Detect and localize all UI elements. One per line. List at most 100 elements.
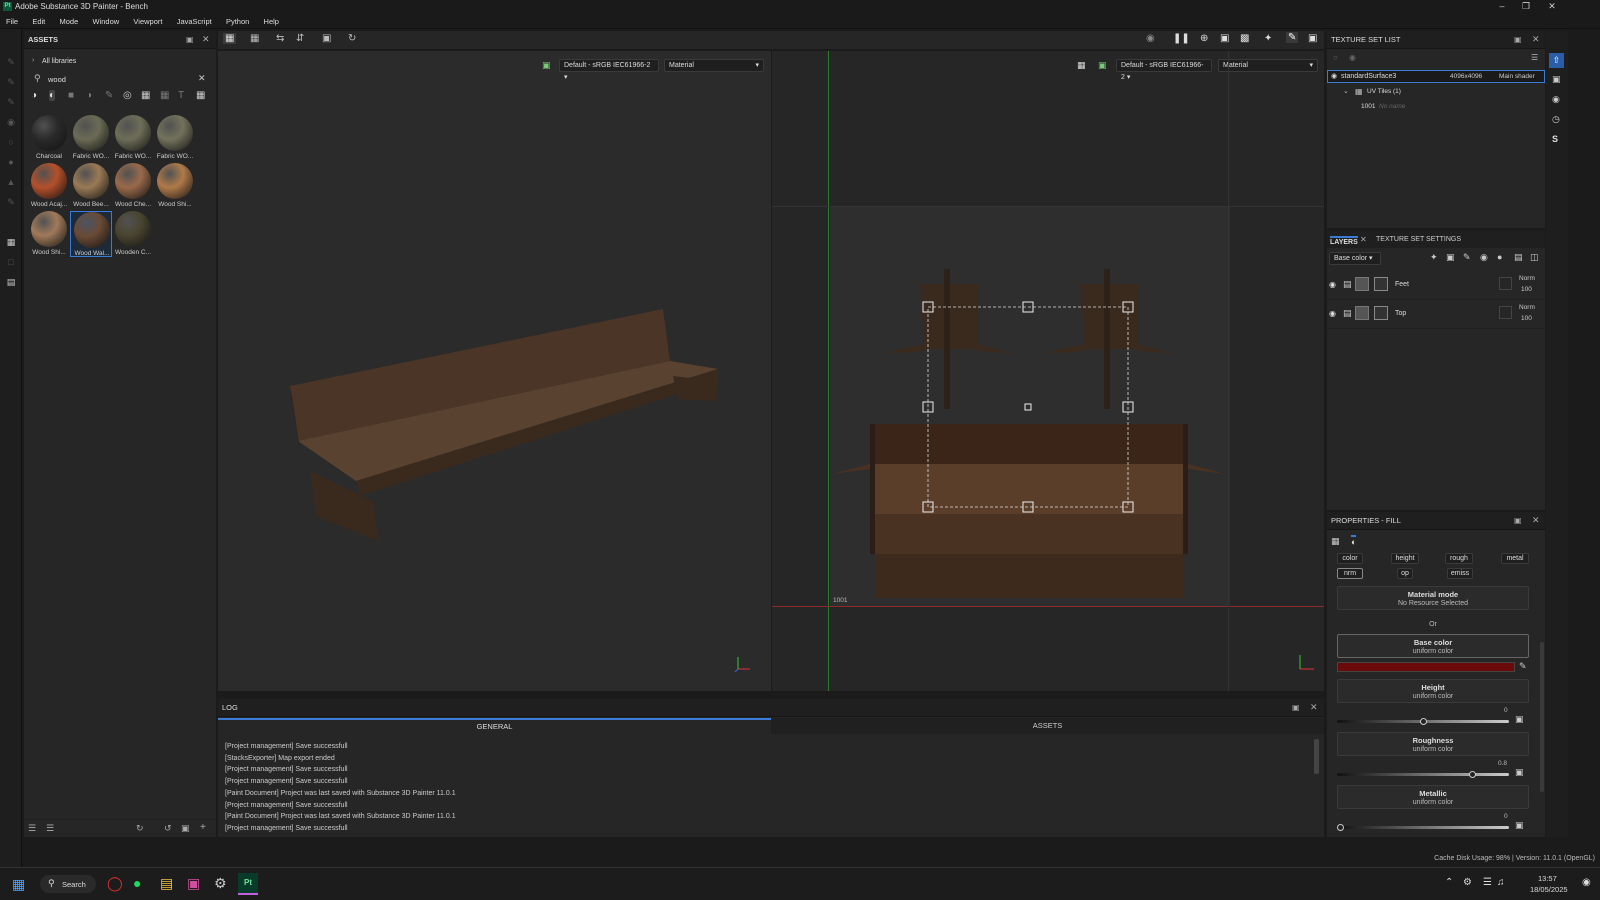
channel-color-button[interactable]: color <box>1337 553 1363 564</box>
channel-nrm-button[interactable]: nrm <box>1337 568 1363 579</box>
filter-environments-icon[interactable]: ▦ <box>160 90 169 101</box>
uv-tile-name[interactable]: No name <box>1379 103 1405 110</box>
filter-brushes-icon[interactable]: ✎ <box>105 90 113 101</box>
eye-icon[interactable]: ◉ <box>1331 72 1337 80</box>
tab-texture-set-settings[interactable]: TEXTURE SET SETTINGS <box>1376 236 1461 243</box>
notification-icon[interactable]: ◉ <box>1582 877 1591 888</box>
shader-settings-icon[interactable]: ◉ <box>1552 94 1560 105</box>
layer-opacity[interactable]: 100 <box>1521 286 1532 293</box>
brush-mode-icon[interactable]: ✎ <box>1286 32 1299 43</box>
float-tsl-icon[interactable]: ▣ <box>1514 35 1522 44</box>
grid-view-icon[interactable]: ▦ <box>196 90 205 101</box>
steam-icon[interactable]: ⚙ <box>214 875 227 892</box>
bake-icon[interactable]: ▦ <box>5 237 17 249</box>
height-slider-knob[interactable] <box>1419 718 1427 725</box>
asset-item[interactable]: Fabric WO... <box>154 115 196 161</box>
filter-smart-masks-icon[interactable]: ◑ <box>86 90 92 101</box>
tray-gear-icon[interactable]: ⚙ <box>1463 877 1472 888</box>
tab-log-assets[interactable]: ASSETS <box>771 718 1324 734</box>
filter-textures-icon[interactable]: ▦ <box>141 90 150 101</box>
picker-icon[interactable]: ✎ <box>5 197 17 209</box>
height-link-icon[interactable]: ▣ <box>1515 714 1524 725</box>
refresh-icon[interactable]: ↻ <box>136 823 144 834</box>
texture-set-row[interactable]: ◉ standardSurface3 4096x4096 Main shader <box>1327 70 1545 83</box>
add-smart-material-icon[interactable]: ● <box>1497 252 1502 262</box>
camera-icon[interactable]: ▩ <box>1240 33 1249 44</box>
volume-icon[interactable]: ♫ <box>1497 877 1505 888</box>
metallic-link-icon[interactable]: ▣ <box>1515 820 1524 831</box>
asset-item[interactable]: Wood Shi... <box>154 163 196 209</box>
filter-smart-materials-icon[interactable]: ■ <box>68 90 74 101</box>
layer-blend-mode[interactable]: Norm <box>1519 304 1535 311</box>
asset-item[interactable]: Wood Wal... <box>70 211 112 257</box>
material-mode-box[interactable]: Material mode No Resource Selected <box>1337 586 1529 610</box>
stamp-icon[interactable]: ▲ <box>5 177 17 189</box>
add-icon[interactable]: + <box>200 822 206 833</box>
windows-start-icon[interactable]: ▦ <box>12 876 25 893</box>
hide-icon[interactable]: ◉ <box>1146 33 1155 44</box>
menu-python[interactable]: Python <box>220 14 255 29</box>
wifi-icon[interactable]: ☰ <box>1483 877 1492 888</box>
filter-materials-icon[interactable]: ◐ <box>49 90 56 101</box>
roughness-link-icon[interactable]: ▣ <box>1515 767 1524 778</box>
fill-properties-tab-icon[interactable]: ▦ <box>1331 536 1340 547</box>
layer-name[interactable]: Top <box>1395 310 1406 317</box>
opera-icon[interactable]: ◯ <box>107 875 123 892</box>
geometry-mask-icon[interactable]: ◉ <box>5 117 17 129</box>
roughness-slider[interactable] <box>1337 773 1509 776</box>
visibility-all-icon[interactable]: ◉ <box>1349 53 1356 62</box>
close-log-icon[interactable]: ✕ <box>1310 702 1318 713</box>
minimize-icon[interactable]: – <box>1490 1 1514 13</box>
channel-metal-button[interactable]: metal <box>1501 553 1529 564</box>
asset-item[interactable]: Charcoal <box>28 115 70 161</box>
material-tab-icon[interactable]: ◐ <box>1351 535 1357 547</box>
channel-rough-button[interactable]: rough <box>1445 553 1473 564</box>
maximize-icon[interactable]: ❐ <box>1514 1 1538 13</box>
channel-emiss-button[interactable]: emiss <box>1447 568 1473 579</box>
layer-row[interactable]: ◉ ▤ Top Norm 100 <box>1327 301 1545 329</box>
chevron-right-icon[interactable]: › <box>32 57 34 64</box>
reset-camera-icon[interactable]: ↻ <box>348 33 356 44</box>
uv-icon[interactable]: □ <box>5 257 17 269</box>
mask-thumbnail[interactable] <box>1374 306 1388 320</box>
add-folder-icon[interactable]: ▤ <box>1514 252 1523 263</box>
close-tsl-icon[interactable]: ✕ <box>1532 34 1540 45</box>
close-layers-icon[interactable]: ✕ <box>1360 235 1367 244</box>
log-scrollbar[interactable] <box>1314 739 1319 774</box>
asset-item[interactable]: Wood Che... <box>112 163 154 209</box>
layout-icon[interactable]: ▦ <box>250 33 259 44</box>
mirror-icon[interactable]: ⇆ <box>276 33 284 44</box>
channel-height-button[interactable]: height <box>1391 553 1419 564</box>
tab-general[interactable]: GENERAL <box>218 718 771 734</box>
menu-edit[interactable]: Edit <box>26 14 51 29</box>
display-settings-icon[interactable]: ▣ <box>1552 74 1561 85</box>
spotify-icon[interactable]: ● <box>133 875 141 891</box>
layer-row[interactable]: ◉ ▤ Feet Norm 100 <box>1327 272 1545 300</box>
mode-dropdown-3d[interactable]: Material ▾ <box>664 59 764 72</box>
close-properties-icon[interactable]: ✕ <box>1532 515 1540 526</box>
asset-item[interactable]: Fabric WO... <box>112 115 154 161</box>
properties-scrollbar[interactable] <box>1540 642 1544 792</box>
symmetry-icon[interactable]: ⇵ <box>296 33 304 44</box>
delete-layer-icon[interactable]: ◫ <box>1530 252 1539 263</box>
asset-item[interactable]: Fabric WO... <box>70 115 112 161</box>
substance-icon[interactable]: S <box>1552 134 1558 144</box>
menu-mode[interactable]: Mode <box>54 14 85 29</box>
tray-chevron-icon[interactable]: ⌃ <box>1445 877 1453 888</box>
asset-item[interactable]: Wood Shi... <box>28 211 70 257</box>
filter-particles-icon[interactable]: ◎ <box>123 90 132 101</box>
roughness-slider-knob[interactable] <box>1469 771 1476 778</box>
detail-view-icon[interactable]: ☰ <box>46 823 54 834</box>
split-view-icon[interactable]: ▦ <box>223 33 237 44</box>
smudge-icon[interactable]: ○ <box>5 137 17 149</box>
asset-item[interactable]: Wood Bee... <box>70 163 112 209</box>
add-paint-layer-icon[interactable]: ✎ <box>1463 252 1471 263</box>
float-log-icon[interactable]: ▣ <box>1292 703 1300 712</box>
colorspace-dropdown-2d[interactable]: Default - sRGB IEC61966-2 ▾ <box>1116 59 1212 81</box>
channel-grid-icon[interactable]: ▦ <box>1077 60 1086 71</box>
layer-visibility-icon[interactable]: ◉ <box>1329 309 1336 318</box>
file-explorer-icon[interactable]: ▤ <box>160 875 173 892</box>
menu-help[interactable]: Help <box>258 14 285 29</box>
history-panel-icon[interactable]: ◷ <box>1552 114 1560 125</box>
close-icon[interactable]: ✕ <box>1540 1 1564 13</box>
